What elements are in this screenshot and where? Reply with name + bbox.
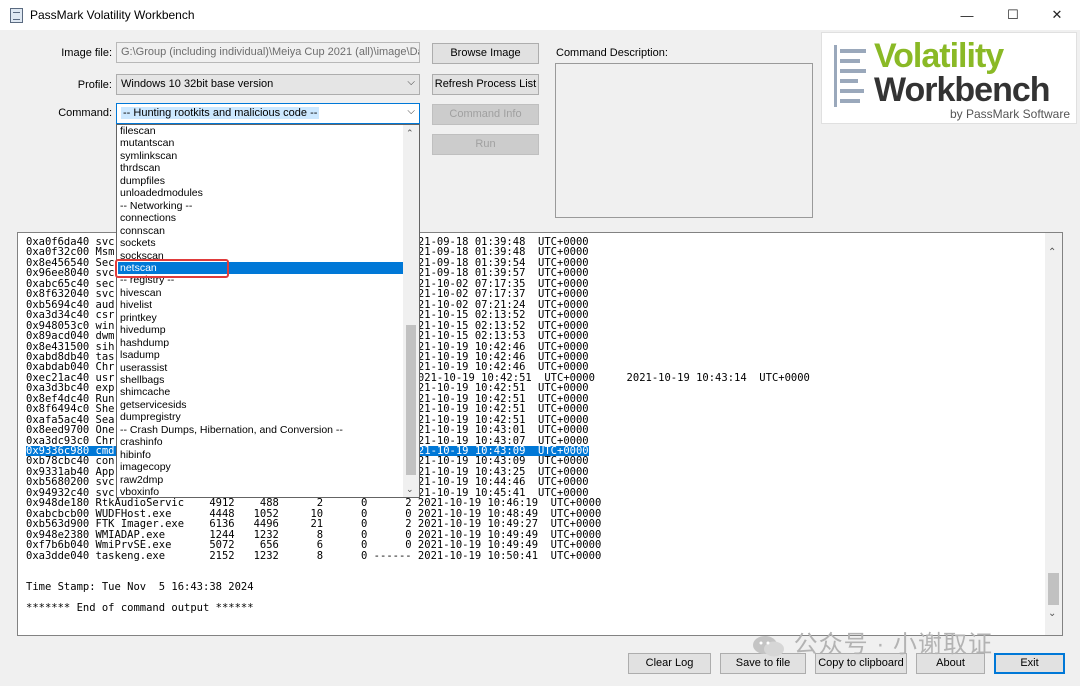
dropdown-item[interactable]: vboxinfo [118, 486, 403, 497]
output-line: ******* End of command output ****** [26, 601, 254, 614]
run-button[interactable]: Run [432, 134, 539, 155]
chevron-up-icon[interactable]: ⌃ [1048, 247, 1056, 258]
dropdown-item[interactable]: symlinkscan [118, 150, 403, 163]
profile-label: Profile: [77, 79, 112, 91]
title-bar: PassMark Volatility Workbench — ☐ ✕ [0, 0, 1080, 30]
exit-button[interactable]: Exit [994, 653, 1065, 674]
dropdown-item[interactable]: shimcache [118, 386, 403, 399]
chevron-down-icon[interactable]: ⌄ [406, 484, 414, 495]
refresh-process-list-button[interactable]: Refresh Process List [432, 74, 539, 95]
dropdown-item[interactable]: mutantscan [118, 137, 403, 150]
chevron-down-icon: ⌵ [407, 106, 415, 117]
command-description-label: Command Description: [556, 47, 668, 59]
command-info-button[interactable]: Command Info [432, 104, 539, 125]
dropdown-item[interactable]: imagecopy [118, 461, 403, 474]
command-dropdown-list[interactable]: ⌃ ⌄ filescan mutantscan symlinkscan thrdsca… [116, 124, 420, 498]
logo-line2: Workbench [874, 71, 1051, 109]
app-icon [10, 8, 23, 23]
profile-select[interactable]: Windows 10 32bit base version ⌵ [116, 74, 420, 95]
logo-line3: by PassMark Software [949, 107, 1070, 121]
dropdown-item[interactable]: userassist [118, 362, 403, 375]
maximize-button[interactable]: ☐ [990, 0, 1036, 30]
scroll-thumb[interactable] [1048, 573, 1059, 605]
image-file-label: Image file: [61, 47, 112, 59]
dropdown-item[interactable]: hashdump [118, 337, 403, 350]
dropdown-item[interactable]: connscan [118, 225, 403, 238]
watermark-text: 公众号 · 小谢取证 [793, 631, 993, 658]
chevron-down-icon[interactable]: ⌄ [1048, 608, 1056, 619]
volatility-workbench-logo: Volatility Workbench by PassMark Softwar… [821, 32, 1077, 124]
output-line: 0xf7b6b040 WmiPrvSE.exe 5072 656 6 0 0 2… [26, 539, 602, 552]
dropdown-item[interactable]: -- Networking -- [118, 200, 403, 213]
window-title: PassMark Volatility Workbench [30, 8, 195, 22]
dropdown-item[interactable]: hivedump [118, 324, 403, 337]
dropdown-item[interactable]: getservicesids [118, 399, 403, 412]
chevron-down-icon: ⌵ [407, 77, 415, 88]
scroll-thumb[interactable] [406, 325, 416, 475]
dropdown-item[interactable]: hivescan [118, 287, 403, 300]
command-select[interactable]: -- Hunting rootkits and malicious code -… [116, 103, 420, 124]
dropdown-item[interactable]: filescan [118, 125, 403, 138]
dropdown-item[interactable]: dumpregistry [118, 411, 403, 424]
command-label: Command: [58, 107, 112, 119]
output-scrollbar[interactable]: ⌃ ⌄ [1045, 233, 1062, 635]
dropdown-item[interactable]: sockets [118, 237, 403, 250]
dropdown-item[interactable]: lsadump [118, 349, 403, 362]
minimize-button[interactable]: — [944, 0, 990, 30]
output-line: 0xa3dde040 taskeng.exe 2152 1232 8 0 ---… [26, 549, 602, 562]
browse-image-button[interactable]: Browse Image [432, 43, 539, 64]
watermark: 公众号 · 小谢取证 [752, 624, 993, 659]
dropdown-item[interactable]: printkey [118, 312, 403, 325]
profile-select-value: Windows 10 32bit base version [121, 78, 274, 90]
dropdown-item[interactable]: shellbags [118, 374, 403, 387]
dropdown-item[interactable]: hibinfo [118, 449, 403, 462]
output-line: 0x948de180 RtkAudioServic 4912 488 2 0 2… [26, 497, 602, 510]
image-file-field[interactable]: G:\Group (including individual)\Meiya Cu… [116, 42, 420, 63]
dropdown-scrollbar[interactable]: ⌃ ⌄ [403, 125, 419, 497]
dropdown-item[interactable]: raw2dmp [118, 474, 403, 487]
dropdown-item[interactable]: hivelist [118, 299, 403, 312]
command-select-value: -- Hunting rootkits and malicious code -… [121, 107, 320, 119]
dropdown-item[interactable]: unloadedmodules [118, 187, 403, 200]
chevron-up-icon[interactable]: ⌃ [406, 128, 414, 139]
highlight-box [115, 259, 229, 278]
logo-bars-icon [834, 45, 866, 107]
command-description-box [555, 63, 813, 218]
output-line: Time Stamp: Tue Nov 5 16:43:38 2024 [26, 580, 254, 593]
output-line: 0xb563d900 FTK Imager.exe 6136 4496 21 0… [26, 518, 602, 531]
clear-log-button[interactable]: Clear Log [628, 653, 711, 674]
close-button[interactable]: ✕ [1034, 0, 1080, 30]
dropdown-item[interactable]: thrdscan [118, 162, 403, 175]
dropdown-item[interactable]: connections [118, 212, 403, 225]
wechat-icon [753, 635, 784, 657]
dropdown-item[interactable]: -- Crash Dumps, Hibernation, and Convers… [118, 424, 403, 437]
dropdown-item[interactable]: dumpfiles [118, 175, 403, 188]
dropdown-item[interactable]: crashinfo [118, 436, 403, 449]
